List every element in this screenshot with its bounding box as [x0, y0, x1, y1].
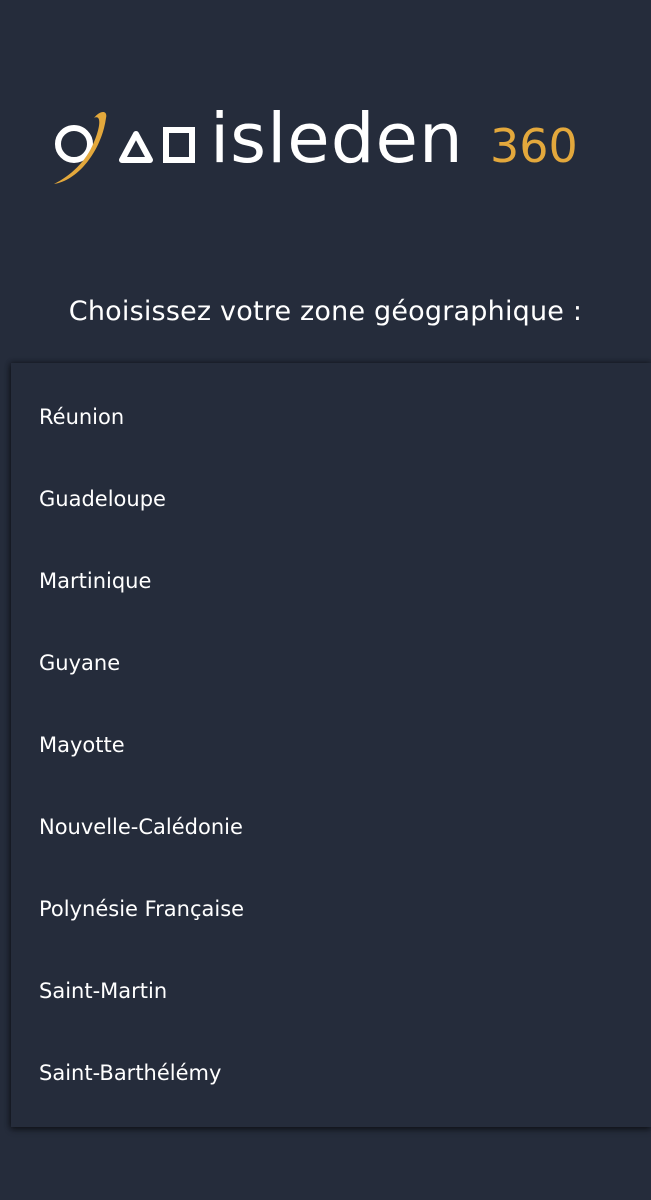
zone-item-guyane[interactable]: Guyane	[11, 622, 651, 704]
zone-selection-screen: isleden 360 Choisissez votre zone géogra…	[0, 0, 651, 1200]
triangle-icon	[119, 131, 153, 163]
zone-list: Réunion Guadeloupe Martinique Guyane May…	[11, 363, 651, 1127]
zone-item-saint-martin[interactable]: Saint-Martin	[11, 950, 651, 1032]
logo-suffix-text: 360	[490, 119, 578, 173]
zone-item-mayotte[interactable]: Mayotte	[11, 704, 651, 786]
isleden360-logo: isleden 360	[50, 88, 600, 192]
zone-item-reunion[interactable]: Réunion	[11, 376, 651, 458]
square-icon	[163, 127, 195, 163]
logo-brand-text: isleden	[210, 99, 464, 179]
zone-item-martinique[interactable]: Martinique	[11, 540, 651, 622]
zone-prompt-heading: Choisissez votre zone géographique :	[68, 296, 583, 327]
zone-item-guadeloupe[interactable]: Guadeloupe	[11, 458, 651, 540]
zone-item-saint-barthelemy[interactable]: Saint-Barthélémy	[11, 1032, 651, 1114]
zone-item-nouvelle-caledonie[interactable]: Nouvelle-Calédonie	[11, 786, 651, 868]
zone-item-polynesie-francaise[interactable]: Polynésie Française	[11, 868, 651, 950]
logo-graphic: isleden 360	[54, 99, 578, 184]
orbit-circle-icon	[54, 112, 107, 184]
